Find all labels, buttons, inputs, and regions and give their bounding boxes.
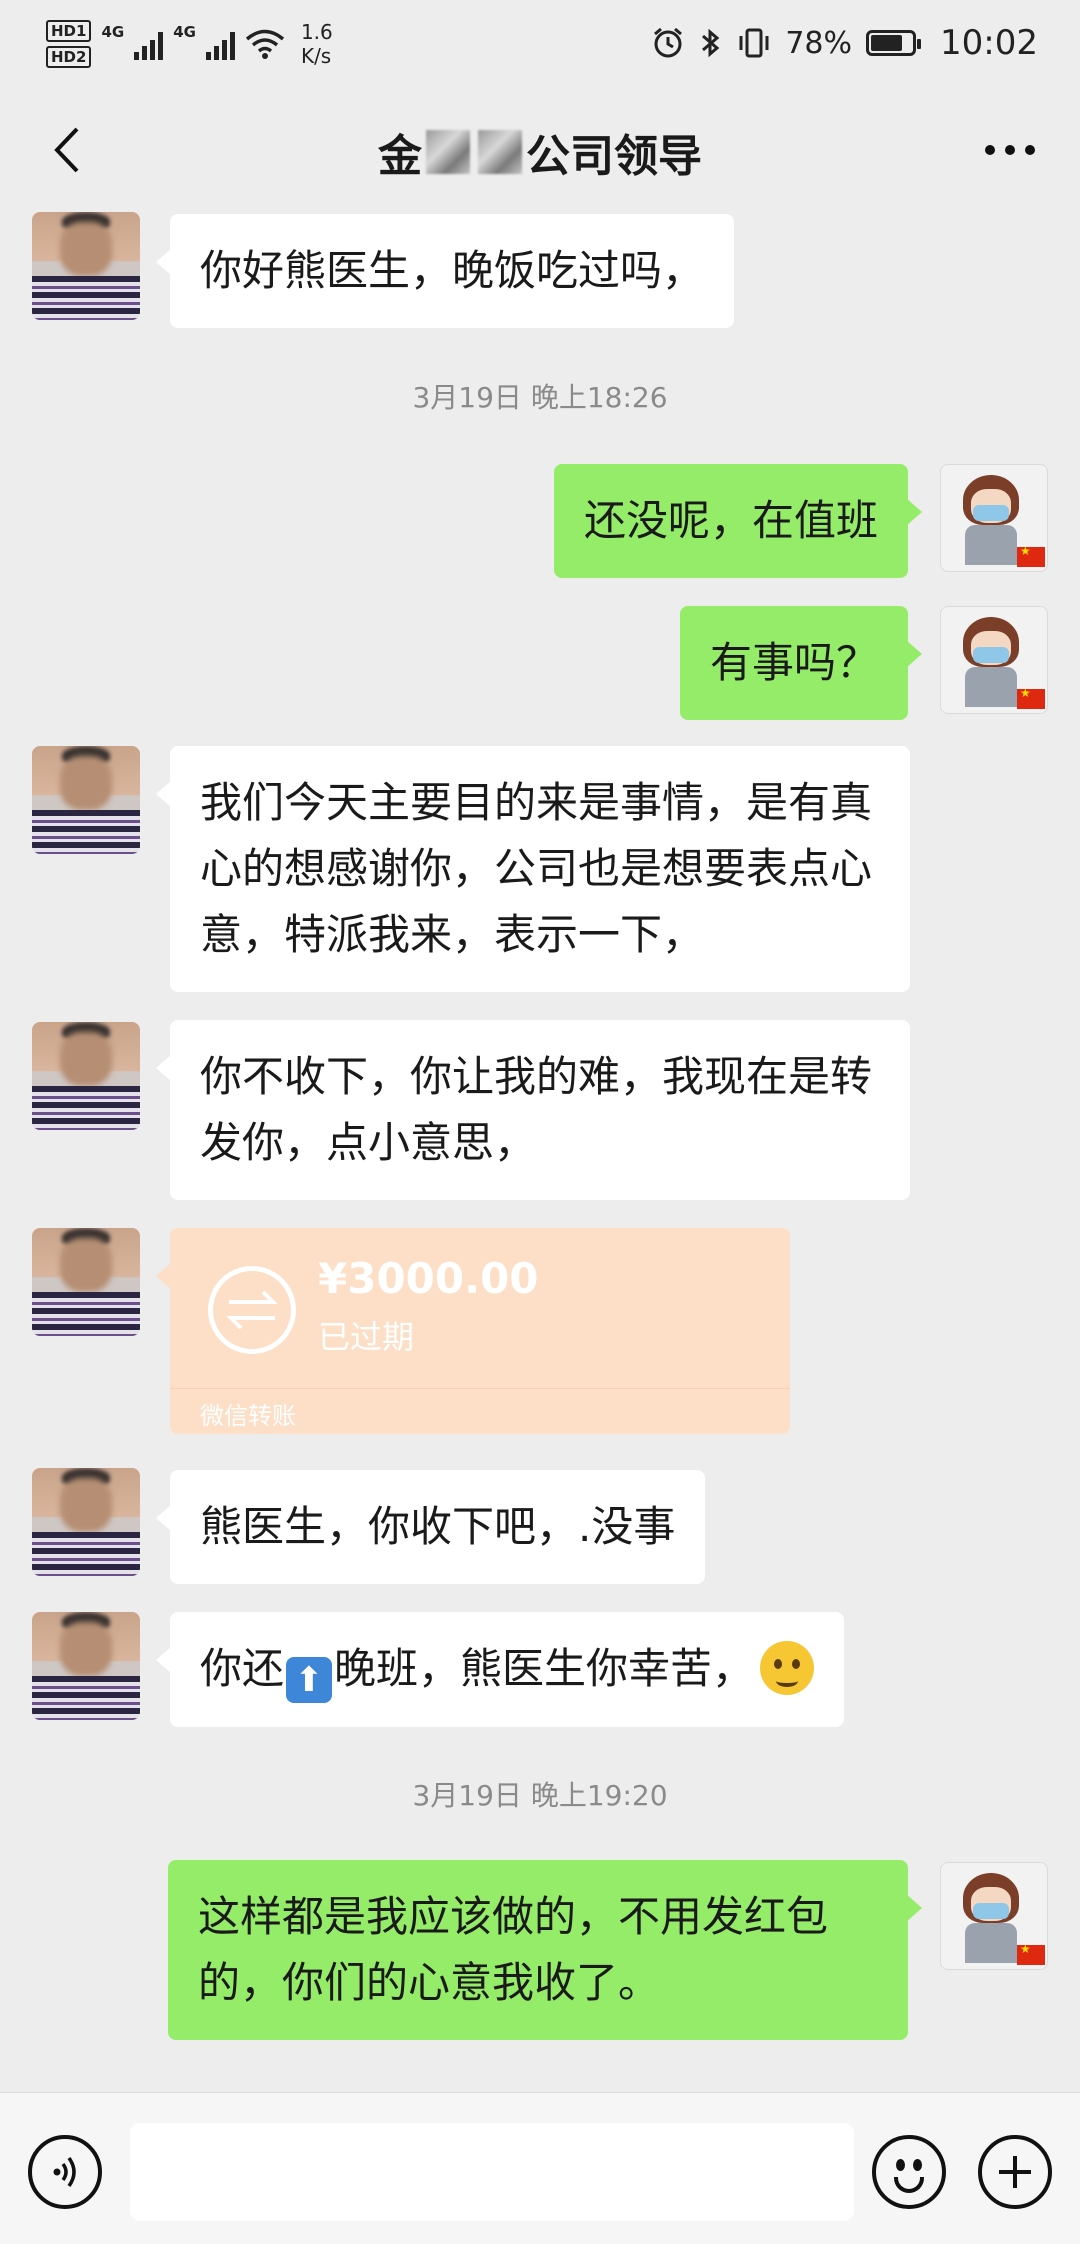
emoji-button[interactable]: [872, 2135, 946, 2209]
message-bubble-received[interactable]: 你好熊医生，晚饭吃过吗，: [155, 214, 735, 328]
status-bar: HD1 HD2 4G 4G 1.6 K/s 78% 10:02: [0, 0, 1080, 90]
my-avatar[interactable]: [940, 464, 1048, 572]
redacted-name: [426, 130, 470, 174]
clock: 10:02: [940, 23, 1038, 63]
message-bubble-received[interactable]: 我们今天主要目的来是事情，是有真心的想感谢你，公司也是想要表点心意，特派我来，表…: [156, 746, 910, 992]
signal-icon-2: [205, 28, 235, 60]
voice-icon: [53, 2156, 76, 2188]
contact-avatar[interactable]: [32, 1468, 140, 1576]
input-bar: [0, 2092, 1080, 2244]
message-text-after: 晚班，熊医生你幸苦，: [334, 1644, 755, 1693]
network-type-1: 4G: [101, 23, 125, 41]
message-bubble-sent[interactable]: 有事吗？: [679, 606, 923, 720]
wifi-icon: [245, 29, 285, 59]
chat-title-suffix: 公司领导: [526, 131, 702, 182]
thinking-face-emoji-icon: [760, 1641, 815, 1695]
vibrate-icon: [739, 28, 769, 58]
hd2-badge: HD2: [46, 46, 92, 68]
alarm-icon: [654, 27, 683, 58]
more-dots-icon: [985, 145, 995, 155]
message-input[interactable]: [130, 2123, 854, 2221]
contact-avatar[interactable]: [32, 1612, 140, 1720]
chat-header: 金 公司领导: [0, 100, 1080, 200]
my-avatar[interactable]: [940, 606, 1048, 714]
voice-button[interactable]: [28, 2135, 102, 2209]
hd-indicators: HD1 HD2: [46, 20, 92, 68]
contact-avatar[interactable]: [32, 1022, 140, 1130]
status-left: HD1 HD2 4G 4G 1.6 K/s: [46, 14, 333, 74]
emoji-icon: [896, 2159, 905, 2171]
transfer-footer: 微信转账: [200, 1402, 296, 1430]
message-timestamp: 3月19日 晚上18:26: [412, 381, 668, 414]
chat-title-prefix: 金: [378, 131, 422, 182]
message-timestamp: 3月19日 晚上19:20: [412, 1779, 668, 1812]
message-bubble-received[interactable]: 你还 ⬆ 晚班，熊医生你幸苦，: [155, 1612, 845, 1727]
message-bubble-received[interactable]: 熊医生，你收下吧，.没事: [155, 1470, 706, 1584]
transfer-card[interactable]: ¥3000.00 已过期 微信转账: [156, 1228, 790, 1434]
my-avatar[interactable]: [940, 1862, 1048, 1970]
transfer-icon: [208, 1266, 296, 1354]
message-bubble-received[interactable]: 你不收下，你让我的难，我现在是转发你，点小意思，: [156, 1020, 910, 1200]
network-type-2: 4G: [173, 23, 196, 41]
up-arrow-emoji-icon: ⬆: [286, 1657, 333, 1703]
chat-title: 金 公司领导: [0, 120, 1080, 184]
redacted-name-2: [478, 130, 522, 174]
battery-icon: [866, 30, 922, 56]
contact-avatar[interactable]: [32, 212, 140, 320]
battery-percent: 78%: [785, 25, 853, 61]
message-bubble-sent[interactable]: 这样都是我应该做的，不用发红包的，你们的心意我收了。: [168, 1860, 922, 2040]
message-text-before: 你还: [200, 1644, 285, 1693]
transfer-status: 已过期: [318, 1318, 415, 1356]
hd1-badge: HD1: [46, 20, 92, 42]
transfer-amount: ¥3000.00: [318, 1254, 539, 1303]
contact-avatar[interactable]: [32, 746, 140, 854]
signal-icon: [134, 28, 164, 60]
network-speed: 1.6 K/s: [301, 20, 333, 68]
status-right: 78% 10:02: [651, 18, 1038, 68]
bluetooth-icon: [702, 28, 720, 58]
more-options-button[interactable]: [980, 130, 1040, 170]
transfer-divider: [170, 1388, 790, 1389]
speed-value: 1.6: [300, 20, 333, 44]
contact-avatar[interactable]: [32, 1228, 140, 1336]
more-features-button[interactable]: [978, 2135, 1052, 2209]
message-bubble-sent[interactable]: 还没呢，在值班: [553, 464, 923, 578]
speed-unit: K/s: [300, 44, 332, 68]
